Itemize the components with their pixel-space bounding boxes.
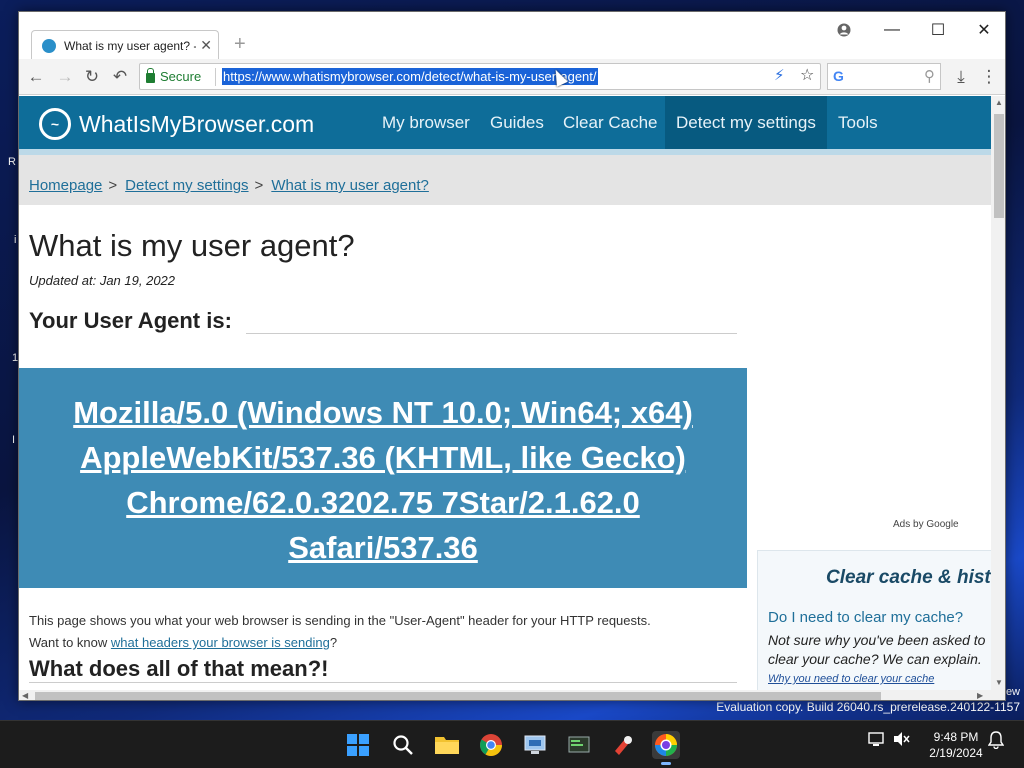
address-bar[interactable]: Secure https://www.whatismybrowser.com/d… [139,63,821,90]
lock-icon [146,67,155,83]
intro-paragraph: This page shows you what your web browse… [29,610,729,654]
start-icon[interactable] [344,731,372,759]
browser-tab[interactable]: What is my user agent? - ✕ [31,30,219,60]
new-tab-button[interactable]: + [234,33,246,56]
address-separator [215,68,216,86]
breadcrumb-separator: > [254,177,264,194]
desktop-fragment: R [8,156,16,168]
clear-cache-ad[interactable]: Clear cache & hist Do I need to clear my… [757,550,991,690]
search-icon[interactable] [389,731,417,759]
ad-question[interactable]: Do I need to clear my cache? [768,609,963,626]
terminal-icon[interactable] [565,731,593,759]
horizontal-scroll-thumb[interactable] [35,692,881,700]
intro-line-1: This page shows you what your web browse… [29,613,651,628]
taskbar: 9:48 PM 2/19/2024 [0,720,1024,768]
nav-detect-my-settings[interactable]: Detect my settings [665,96,827,149]
tab-title: What is my user agent? - [64,38,197,53]
browser-window: What is my user agent? - ✕ + — ☐ ✕ ← → ↻… [18,11,1006,701]
horizontal-scrollbar[interactable]: ◀ ▶ [19,690,1005,700]
7star-browser-icon[interactable] [652,731,680,765]
secure-indicator[interactable]: Secure [146,67,202,84]
scroll-up-icon[interactable]: ▲ [995,98,1003,107]
profile-icon[interactable] [821,16,867,44]
url-text[interactable]: https://www.whatismybrowser.com/detect/w… [222,68,598,85]
breadcrumb-current-page[interactable]: What is my user agent? [271,177,429,194]
meaning-heading: What does all of that mean?! [29,656,343,682]
google-icon[interactable]: G [833,68,844,84]
page-viewport: ~ WhatIsMyBrowser.com My browser Guides … [19,96,991,690]
user-agent-heading: Your User Agent is: [29,308,246,334]
secure-label: Secure [160,69,202,84]
desktop-fragment: i [14,234,17,246]
breadcrumb-homepage[interactable]: Homepage [29,177,102,194]
headers-link[interactable]: what headers your browser is sending [111,635,330,650]
breadcrumb-detect-my-settings[interactable]: Detect my settings [125,177,248,194]
vertical-scrollbar[interactable]: ▲ ▼ [991,96,1005,690]
page-title: What is my user agent? [29,228,355,263]
evaluation-watermark: ew Evaluation copy. Build 26040.rs_prere… [716,686,1020,714]
updated-date: Updated at: Jan 19, 2022 [29,273,176,288]
user-agent-box: Mozilla/5.0 (Windows NT 10.0; Win64; x64… [19,368,747,588]
chrome-icon[interactable] [477,731,505,759]
undo-icon[interactable]: ↶ [108,65,132,89]
notification-bell-icon[interactable] [987,731,1005,752]
volume-muted-icon[interactable] [893,731,911,750]
clock-date: 2/19/2024 [929,746,983,760]
network-icon[interactable] [868,731,886,750]
watermark-edge-text: ew [1005,686,1020,698]
close-window-button[interactable]: ✕ [961,16,1005,44]
scroll-right-icon[interactable]: ▶ [977,691,983,700]
tab-close-icon[interactable]: ✕ [200,37,212,54]
user-agent-line[interactable]: Safari/537.36 [288,530,478,565]
title-bar[interactable]: What is my user agent? - ✕ + — ☐ ✕ [19,12,1005,60]
control-panel-icon[interactable] [521,731,549,759]
minimize-button[interactable]: — [869,16,915,44]
lightning-icon[interactable]: ⚡ [774,66,785,84]
nav-tools[interactable]: Tools [827,96,889,149]
ad-link[interactable]: Why you need to clear your cache [768,673,934,685]
browser-toolbar: ← → ↻ ↶ Secure https://www.whatismybrows… [19,59,1005,95]
breadcrumb-separator: > [108,177,118,194]
nav-guides[interactable]: Guides [479,96,555,149]
desktop-fragment: I [12,434,16,446]
logo-mark-icon: ~ [39,108,71,140]
nav-my-browser[interactable]: My browser [371,96,481,149]
ads-by-google-label[interactable]: Ads by Google [893,519,959,530]
nav-clear-cache[interactable]: Clear Cache [552,96,669,149]
breadcrumb: Homepage > Detect my settings > What is my u… [19,155,991,205]
site-favicon-icon [42,38,56,53]
bookmark-star-icon[interactable]: ☆ [800,65,814,85]
search-box[interactable]: G ⚲ [827,63,941,90]
user-agent-line[interactable]: Mozilla/5.0 (Windows NT 10.0; Win64; x64… [73,395,693,430]
site-logo[interactable]: ~ WhatIsMyBrowser.com [39,108,314,140]
scroll-down-icon[interactable]: ▼ [995,678,1003,687]
user-agent-line[interactable]: AppleWebKit/537.36 (KHTML, like Gecko) [80,440,686,475]
download-icon[interactable]: ⤓ [949,65,973,89]
user-agent-line[interactable]: Chrome/62.0.3202.75 7Star/2.1.62.0 [126,485,640,520]
search-icon[interactable]: ⚲ [924,67,935,85]
heading-rule [29,682,737,683]
clock-time: 9:48 PM [933,730,979,744]
menu-icon[interactable]: ⋮ [977,65,1001,89]
site-navbar: ~ WhatIsMyBrowser.com My browser Guides … [19,96,991,149]
app-tools-icon[interactable] [609,731,637,759]
reload-icon[interactable]: ↻ [80,65,104,89]
ad-title[interactable]: Clear cache & hist [826,567,991,589]
file-explorer-icon[interactable] [433,731,461,759]
back-arrow-icon[interactable]: ← [24,65,48,89]
forward-arrow-icon[interactable]: → [53,65,77,89]
maximize-button[interactable]: ☐ [915,16,961,44]
vertical-scroll-thumb[interactable] [994,114,1004,218]
scroll-left-icon[interactable]: ◀ [22,691,28,700]
logo-text: WhatIsMyBrowser.com [79,110,315,137]
system-clock[interactable]: 9:48 PM 2/19/2024 [920,729,992,761]
ad-answer: Not sure why you've been asked to clear … [768,632,986,667]
